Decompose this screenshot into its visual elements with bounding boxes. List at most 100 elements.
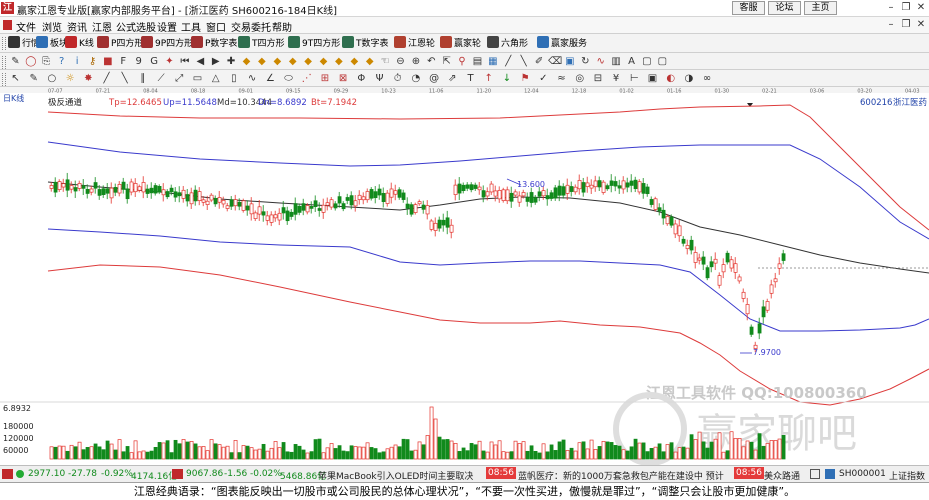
zoom-in-icon[interactable]: ⊕ — [409, 55, 422, 68]
chart-icon[interactable]: ▥ — [610, 55, 623, 68]
eraser-icon[interactable]: ⌫ — [548, 55, 562, 68]
menu-gann[interactable]: 江恩 — [92, 19, 112, 34]
menu-browse[interactable]: 浏览 — [42, 19, 62, 34]
toolbar-button-10[interactable]: 赢家轮 — [440, 36, 481, 51]
mdi-minimize-icon[interactable]: – — [884, 18, 898, 32]
line-icon[interactable]: ╱ — [100, 72, 113, 85]
fib-icon[interactable]: Φ — [355, 72, 368, 85]
diamond-icon[interactable]: ◆ — [332, 55, 345, 68]
lock-icon[interactable]: ⚷ — [86, 55, 99, 68]
kline-chart[interactable]: 07-07 07-21 08-04 08-18 09-01 09-15 09-29 10-23… — [0, 87, 929, 465]
text-icon[interactable]: T — [464, 72, 477, 85]
diamond-icon[interactable]: ◆ — [271, 55, 284, 68]
palette-icon[interactable]: ◐ — [664, 72, 677, 85]
gann-grid-icon[interactable]: ⊞ — [318, 72, 331, 85]
refresh-icon[interactable]: ↻ — [579, 55, 592, 68]
homepage-link[interactable]: 主页 — [804, 1, 837, 15]
save-icon[interactable]: ▣ — [563, 55, 576, 68]
fan-icon[interactable]: ⟋ — [155, 72, 168, 85]
sun-icon[interactable]: ☼ — [64, 72, 77, 85]
cycle-icon[interactable]: ◔ — [409, 72, 422, 85]
down-arrow-icon[interactable]: ↓ — [500, 72, 513, 85]
diamond-icon[interactable]: ◆ — [240, 55, 253, 68]
target-icon[interactable]: ◎ — [573, 72, 586, 85]
fib-icon[interactable]: Ψ — [373, 72, 386, 85]
speed-icon[interactable]: ⇗ — [446, 72, 459, 85]
toolbar-button-8[interactable]: T数字表 — [342, 36, 389, 51]
news-ticker-1[interactable]: 苹果MacBook引入OLED时间主要取决 — [318, 469, 473, 482]
toolbar-button-5[interactable]: P数字表 — [191, 36, 237, 51]
menu-formula-stock-select[interactable]: 公式选股 — [116, 19, 156, 34]
customer-service-link[interactable]: 客服 — [732, 1, 765, 15]
question-icon[interactable]: ? — [55, 55, 68, 68]
diamond-icon[interactable]: ◆ — [302, 55, 315, 68]
menu-settings[interactable]: 设置 — [157, 19, 177, 34]
link-icon[interactable]: ∞ — [701, 72, 714, 85]
rect-icon[interactable]: ▯ — [227, 72, 240, 85]
cross-icon[interactable]: ✚ — [225, 55, 238, 68]
mdi-close-icon[interactable]: ✕ — [914, 18, 928, 32]
diamond-icon[interactable]: ◆ — [317, 55, 330, 68]
star-icon[interactable]: ✸ — [82, 72, 95, 85]
first-icon[interactable]: ⏮ — [178, 55, 191, 68]
gann-fan-icon[interactable]: ⋰ — [300, 72, 313, 85]
toolbar-button-3[interactable]: P四方形 — [97, 36, 143, 51]
undo-icon[interactable]: ↶ — [425, 55, 438, 68]
line-icon[interactable]: ╱ — [502, 55, 515, 68]
toolbar-grip-icon[interactable] — [2, 73, 6, 86]
line-icon[interactable]: ╲ — [118, 72, 131, 85]
wave-icon[interactable]: ∿ — [594, 55, 607, 68]
news-ticker-2[interactable]: 蓝帆医疗：新的1000万套急救包产能在建设中 预计 — [518, 469, 724, 482]
palette-icon[interactable]: ◑ — [682, 72, 695, 85]
angle-icon[interactable]: ∠ — [264, 72, 277, 85]
pencil-icon[interactable]: ✎ — [9, 55, 22, 68]
magnet-icon[interactable]: ⚲ — [456, 55, 469, 68]
pen-icon[interactable]: ✐ — [533, 55, 546, 68]
toolbar-button-12[interactable]: 赢家服务 — [537, 36, 587, 51]
toolbar-button-6[interactable]: T四方形 — [238, 36, 285, 51]
chart-canvas[interactable]: 07-07 07-21 08-04 08-18 09-01 09-15 09-29 10-23… — [0, 87, 929, 465]
close-icon[interactable]: ✕ — [914, 1, 928, 15]
index-name[interactable]: 上证指数 — [889, 469, 925, 482]
copy-icon[interactable]: ⎘ — [40, 55, 53, 68]
triangle-icon[interactable]: △ — [209, 72, 222, 85]
toolbar-button-2[interactable]: K线 — [65, 36, 94, 51]
diamond-icon[interactable]: ◆ — [363, 55, 376, 68]
spiral-icon[interactable]: @ — [428, 72, 441, 85]
diamond-icon[interactable]: ◆ — [255, 55, 268, 68]
menu-trade[interactable]: 交易委托 — [231, 19, 271, 34]
toolbar-button-1[interactable]: 板块 — [36, 36, 68, 51]
menu-help[interactable]: 帮助 — [272, 19, 292, 34]
index-code[interactable]: SH000001 — [839, 469, 886, 479]
toolbar-button-9[interactable]: 江恩轮 — [394, 36, 435, 51]
zoom-out-icon[interactable]: ⊖ — [394, 55, 407, 68]
parallel-icon[interactable]: ∥ — [136, 72, 149, 85]
diamond-icon[interactable]: ◆ — [286, 55, 299, 68]
index-selector-icon[interactable] — [825, 469, 835, 479]
toolbar-button-11[interactable]: 六角形 — [487, 36, 528, 51]
menu-file[interactable]: 文件 — [16, 19, 36, 34]
mdi-restore-icon[interactable]: ❐ — [899, 18, 913, 32]
wave-icon[interactable]: ∿ — [246, 72, 259, 85]
pen-icon[interactable]: ✎ — [27, 72, 40, 85]
toolbar-button-7[interactable]: 9T四方形 — [288, 36, 340, 51]
flag-icon[interactable]: ⚑ — [519, 72, 532, 85]
news-ticker-3[interactable]: 美众路通 — [764, 469, 800, 482]
next-icon[interactable]: ▶ — [209, 55, 222, 68]
box-icon[interactable]: ▢ — [656, 55, 669, 68]
ellipse-icon[interactable]: ⬭ — [282, 72, 295, 85]
mark-icon[interactable]: ✓ — [537, 72, 550, 85]
box-icon[interactable]: ▣ — [646, 72, 659, 85]
nine-icon[interactable]: 9 — [132, 55, 145, 68]
circle-icon[interactable]: ○ — [45, 72, 58, 85]
price-icon[interactable]: ¥ — [610, 72, 623, 85]
chart-icon[interactable]: ▤ — [471, 55, 484, 68]
diagonal-icon[interactable]: ⤢ — [173, 72, 186, 85]
diamond-icon[interactable]: ◆ — [348, 55, 361, 68]
gann-box-icon[interactable]: ⊠ — [337, 72, 350, 85]
wave-icon[interactable]: ≈ — [555, 72, 568, 85]
hand-icon[interactable]: ☜ — [379, 55, 392, 68]
box-icon[interactable]: ▢ — [640, 55, 653, 68]
prev-icon[interactable]: ◀ — [194, 55, 207, 68]
menu-info[interactable]: 资讯 — [67, 19, 87, 34]
